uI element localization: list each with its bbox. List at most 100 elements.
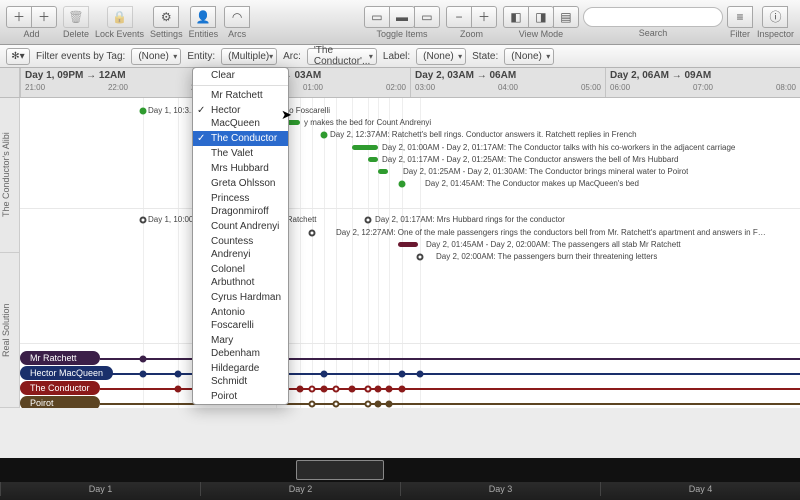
event-dot[interactable]: [309, 230, 316, 237]
track-dot[interactable]: [175, 386, 182, 393]
view-a-button[interactable]: ◧: [503, 6, 529, 28]
menu-item[interactable]: Greta Ohlsson: [193, 176, 288, 191]
event-bar[interactable]: [352, 145, 378, 150]
track-dot[interactable]: [375, 401, 382, 408]
zoom-out-button[interactable]: −: [446, 6, 472, 28]
track-dot[interactable]: [386, 386, 393, 393]
event-label[interactable]: y makes the bed for Count Andrenyi: [304, 118, 431, 127]
entity-menu[interactable]: Clear Mr RatchettHector MacQueenThe Condu…: [192, 67, 289, 405]
track-dot[interactable]: [140, 371, 147, 378]
track-dot[interactable]: [386, 401, 393, 408]
track-dot[interactable]: [365, 401, 372, 408]
arc-button[interactable]: ◠: [224, 6, 250, 28]
search-input[interactable]: [583, 7, 723, 27]
track-dot[interactable]: [349, 386, 356, 393]
event-dot[interactable]: [321, 132, 328, 139]
menu-item[interactable]: Antonio Foscarelli: [193, 305, 288, 333]
track-dot[interactable]: [309, 401, 316, 408]
filter-tag-dropdown[interactable]: (None): [131, 48, 181, 65]
timeline-day-cell: Day 2, 03AM → 06AM03:0004:0005:00: [410, 68, 605, 97]
event-label[interactable]: Day 2, 12:27AM: One of the male passenge…: [336, 228, 766, 237]
event-dot[interactable]: [140, 217, 147, 224]
track-dot[interactable]: [321, 371, 328, 378]
menu-item[interactable]: The Valet: [193, 146, 288, 161]
label-dropdown[interactable]: (None): [416, 48, 466, 65]
entity-track-label[interactable]: Poirot: [20, 396, 100, 408]
menu-item[interactable]: Hildegarde Schmidt: [193, 361, 288, 389]
track-dot[interactable]: [333, 401, 340, 408]
event-bar[interactable]: [398, 242, 418, 247]
filter-group: ≡ Filter: [727, 6, 753, 39]
footer-day-label[interactable]: Day 2: [200, 482, 400, 496]
event-label[interactable]: Day 2, 12:37AM: Ratchett's bell rings. C…: [330, 130, 637, 139]
arc-dropdown[interactable]: 'The Conductor'...: [307, 48, 377, 65]
sliders-button[interactable]: ⚙: [153, 6, 179, 28]
toggle-c-button[interactable]: ▭: [414, 6, 440, 28]
entity-dropdown[interactable]: (Multiple): [221, 48, 277, 65]
view-c-button[interactable]: ▤: [553, 6, 579, 28]
event-dot[interactable]: [365, 217, 372, 224]
event-bar[interactable]: [378, 169, 388, 174]
menu-item[interactable]: Mary Debenham: [193, 333, 288, 361]
toggle-a-button[interactable]: ▭: [364, 6, 390, 28]
filter-tag-label: Filter events by Tag:: [36, 51, 125, 62]
menu-item-clear[interactable]: Clear: [193, 68, 288, 83]
track-dot[interactable]: [399, 371, 406, 378]
track-dot[interactable]: [399, 386, 406, 393]
menu-item[interactable]: The Conductor: [193, 131, 288, 146]
search-label: Search: [639, 28, 668, 38]
minimap[interactable]: [0, 458, 800, 482]
track-dot[interactable]: [333, 386, 340, 393]
footer-day-label[interactable]: Day 3: [400, 482, 600, 496]
event-label[interactable]: Day 2, 01:00AM - Day 2, 01:17AM: The Con…: [382, 143, 735, 152]
event-dot[interactable]: [417, 254, 424, 261]
event-bar[interactable]: [368, 157, 378, 162]
menu-item[interactable]: Poirot: [193, 389, 288, 404]
entity-track-label[interactable]: Mr Ratchett: [20, 351, 100, 365]
event-label[interactable]: Day 2, 01:25AM - Day 2, 01:30AM: The Con…: [403, 167, 688, 176]
state-label: State:: [472, 51, 498, 62]
view-b-button[interactable]: ◨: [528, 6, 554, 28]
track-dot[interactable]: [365, 386, 372, 393]
menu-item[interactable]: Countess Andrenyi: [193, 234, 288, 262]
menu-item[interactable]: Princess Dragonmiroff: [193, 191, 288, 219]
event-label[interactable]: Day 2, 01:45AM: The Conductor makes up M…: [425, 179, 639, 188]
menu-item[interactable]: Cyrus Hardman: [193, 290, 288, 305]
zoom-in-button[interactable]: ＋: [471, 6, 497, 28]
menu-item[interactable]: Hector MacQueen: [193, 103, 288, 131]
event-label[interactable]: Day 2, 01:17AM: Mrs Hubbard rings for th…: [375, 215, 565, 224]
footer-day-label[interactable]: Day 4: [600, 482, 800, 496]
entity-track-label[interactable]: The Conductor: [20, 381, 100, 395]
track-dot[interactable]: [417, 371, 424, 378]
inspector-button[interactable]: ⓘ: [762, 6, 788, 28]
track-dot[interactable]: [375, 386, 382, 393]
filter-gear-button[interactable]: ✻▾: [6, 48, 30, 65]
event-dot[interactable]: [399, 181, 406, 188]
event-label[interactable]: Day 2, 01:17AM - Day 2, 01:25AM: The Con…: [382, 155, 678, 164]
plus-button[interactable]: ＋: [6, 6, 32, 28]
footer-day-label[interactable]: Day 1: [0, 482, 200, 496]
event-label[interactable]: Day 2, 02:00AM: The passengers burn thei…: [436, 252, 657, 261]
menu-item[interactable]: Mrs Hubbard: [193, 161, 288, 176]
tb-group-delete: 🗑Delete: [63, 6, 89, 39]
plus-person-button[interactable]: ＋: [31, 6, 57, 28]
entity-track-label[interactable]: Hector MacQueen: [20, 366, 113, 380]
minimap-viewport[interactable]: [296, 460, 384, 480]
person-button[interactable]: 👤: [190, 6, 216, 28]
track-dot[interactable]: [140, 356, 147, 363]
event-dot[interactable]: [140, 108, 147, 115]
minimap-day-labels: Day 1Day 2Day 3Day 4: [0, 482, 800, 496]
track-dot[interactable]: [175, 371, 182, 378]
toggle-b-button[interactable]: ▬: [389, 6, 415, 28]
event-label[interactable]: Day 2, 01:45AM - Day 2, 02:00AM: The pas…: [426, 240, 681, 249]
track-dot[interactable]: [309, 386, 316, 393]
timeline-canvas[interactable]: The Conductor's AlibiReal Solution Day 1…: [0, 98, 800, 408]
menu-item[interactable]: Mr Ratchett: [193, 88, 288, 103]
track-dot[interactable]: [297, 386, 304, 393]
menu-item[interactable]: Colonel Arbuthnot: [193, 262, 288, 290]
track-dot[interactable]: [321, 386, 328, 393]
timeline-header: Day 1, 09PM → 12AM21:0022:0023:00Day 2, …: [0, 68, 800, 98]
filter-button[interactable]: ≡: [727, 6, 753, 28]
menu-item[interactable]: Count Andrenyi: [193, 219, 288, 234]
state-dropdown[interactable]: (None): [504, 48, 554, 65]
